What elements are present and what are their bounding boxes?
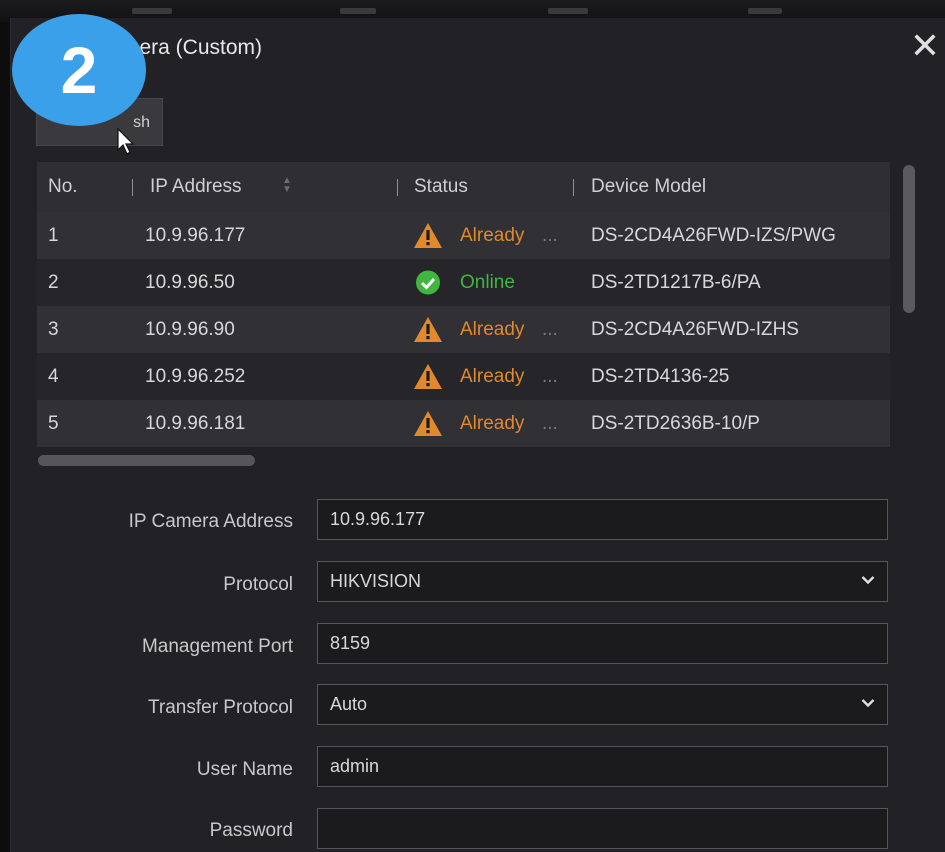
column-header-ip-address[interactable]: IP Address (150, 176, 242, 198)
column-header-status[interactable]: Status (414, 176, 468, 198)
chevron-down-icon[interactable] (861, 698, 875, 708)
device-model-cell: DS-2CD4A26FWD-IZHS (591, 319, 799, 340)
status-text: Online (460, 272, 515, 293)
row-number: 2 (48, 272, 59, 293)
status-text: Already (460, 225, 525, 246)
protocol-select[interactable]: HIKVISION (317, 561, 888, 602)
transfer-protocol-value: Auto (330, 694, 368, 714)
status-ellipsis: ... (542, 413, 558, 434)
ip-address-cell: 10.9.96.181 (145, 413, 246, 434)
row-number: 5 (48, 413, 59, 434)
status-ellipsis: ... (542, 225, 558, 246)
management-port-input[interactable]: 8159 (317, 623, 888, 664)
management-port-label: Management Port (141, 636, 293, 657)
horizontal-scrollbar-thumb[interactable] (38, 455, 255, 466)
ip-address-cell: 10.9.96.252 (145, 366, 246, 387)
status-text: Already (460, 319, 525, 340)
ip-address-cell: 10.9.96.50 (145, 272, 235, 293)
ip-camera-address-input[interactable]: 10.9.96.177 (317, 499, 888, 540)
status-text: Already (460, 366, 525, 387)
camera-list-table: No. IP Address ▲ ▼ Status Device Model 11… (37, 162, 890, 448)
device-model-cell: DS-2TD1217B-6/PA (591, 272, 761, 293)
user-name-input[interactable]: admin (317, 746, 888, 787)
status-text: Already (460, 413, 525, 434)
ip-address-cell: 10.9.96.177 (145, 225, 246, 246)
column-divider[interactable] (573, 179, 574, 196)
step-number-badge: 2 (12, 14, 146, 126)
protocol-value: HIKVISION (330, 571, 422, 591)
sort-icon[interactable]: ▲ ▼ (282, 176, 292, 195)
row-number: 3 (48, 319, 59, 340)
warning-triangle-icon (414, 364, 442, 389)
warning-triangle-icon (414, 223, 442, 248)
column-header-no[interactable]: No. (48, 176, 78, 198)
row-number: 1 (48, 225, 59, 246)
table-header: No. IP Address ▲ ▼ Status Device Model (37, 162, 890, 212)
column-divider[interactable] (397, 179, 398, 196)
check-circle-icon (416, 270, 440, 295)
device-model-cell: DS-2TD2636B-10/P (591, 413, 760, 434)
password-input[interactable] (317, 808, 888, 849)
table-row[interactable]: 5 10.9.96.181 Already... DS-2TD2636B-10/P (37, 400, 890, 447)
warning-triangle-icon (414, 411, 442, 436)
table-row[interactable]: 4 10.9.96.252 Already... DS-2TD4136-25 (37, 353, 890, 400)
close-icon[interactable]: ✕ (908, 29, 942, 65)
protocol-label: Protocol (223, 574, 293, 595)
vertical-scrollbar-thumb[interactable] (903, 165, 915, 313)
transfer-protocol-select[interactable]: Auto (317, 684, 888, 725)
table-row[interactable]: 1 10.9.96.177 Already... DS-2CD4A26FWD-IZS/… (37, 212, 890, 259)
ip-address-cell: 10.9.96.90 (145, 319, 235, 340)
status-ellipsis: ... (542, 319, 558, 340)
table-row[interactable]: 3 10.9.96.90 Already... DS-2CD4A26FWD-IZHS (37, 306, 890, 353)
password-label: Password (209, 820, 293, 841)
chevron-down-icon[interactable] (861, 575, 875, 585)
table-row[interactable]: 2 10.9.96.50 Online DS-2TD1217B-6/PA (37, 259, 890, 306)
mouse-cursor-icon (117, 128, 135, 155)
column-divider[interactable] (132, 179, 133, 196)
transfer-protocol-label: Transfer Protocol (147, 697, 293, 718)
ip-camera-address-label: IP Camera Address (128, 511, 293, 532)
warning-triangle-icon (414, 317, 442, 342)
status-ellipsis: ... (542, 366, 558, 387)
device-model-cell: DS-2TD4136-25 (591, 366, 730, 387)
device-model-cell: DS-2CD4A26FWD-IZS/PWG (591, 225, 836, 246)
column-header-device-model[interactable]: Device Model (591, 176, 706, 198)
row-number: 4 (48, 366, 59, 387)
user-name-label: User Name (196, 759, 293, 780)
